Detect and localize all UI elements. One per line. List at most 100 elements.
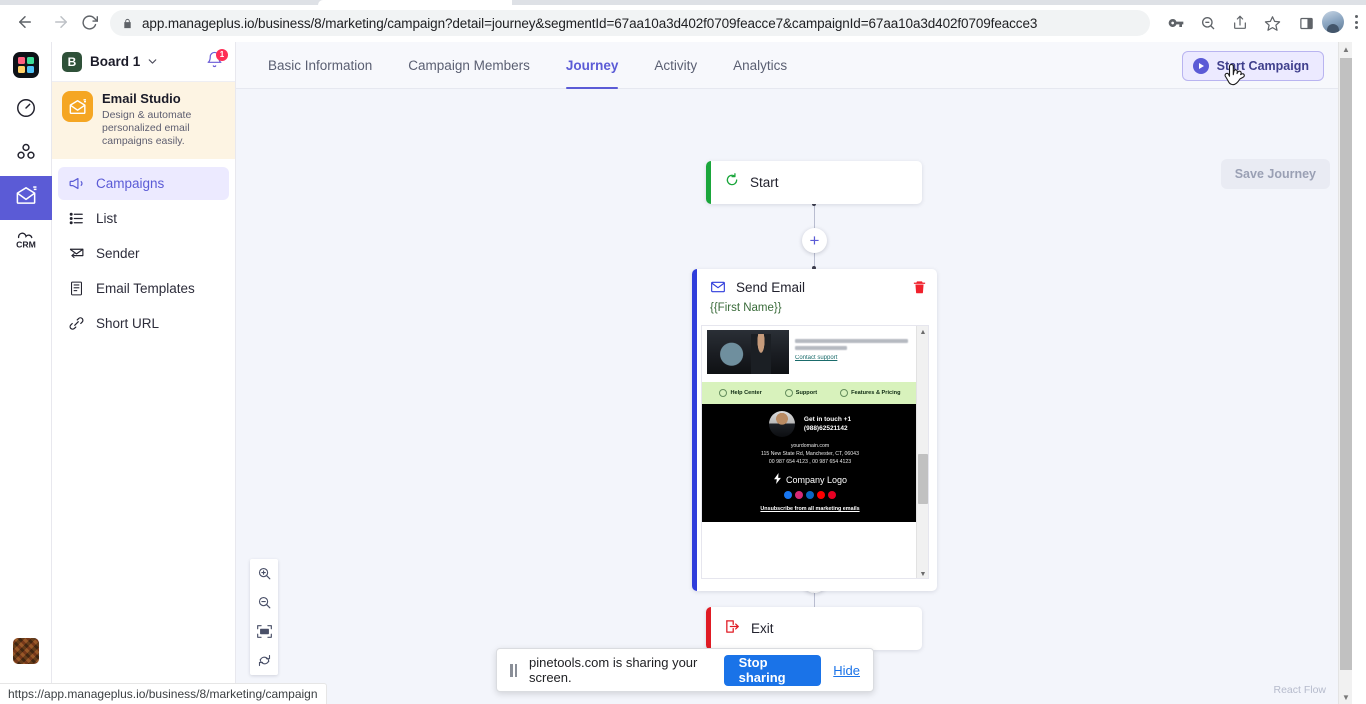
page-scrollbar[interactable]: ▲ ▼	[1338, 42, 1352, 704]
zoom-out-icon[interactable]	[250, 588, 278, 617]
rail-item-dashboard[interactable]	[0, 88, 52, 132]
fit-view-icon[interactable]	[250, 617, 278, 646]
support-icon	[784, 389, 793, 397]
pause-icon[interactable]	[510, 663, 517, 677]
forward-icon[interactable]	[48, 9, 74, 35]
email-preview-scrollbar[interactable]: ▲ ▼	[916, 326, 928, 578]
unsubscribe-link[interactable]: Unsubscribe from all marketing emails	[708, 506, 912, 512]
merge-tag-label: {{First Name}}	[710, 302, 782, 314]
add-step-button[interactable]: +	[802, 228, 827, 253]
tab-journey[interactable]: Journey	[548, 42, 637, 89]
tab-analytics[interactable]: Analytics	[715, 42, 805, 88]
journey-node-exit[interactable]: Exit	[706, 607, 922, 650]
tab-label: Basic Information	[268, 57, 373, 73]
reload-icon[interactable]	[76, 9, 102, 35]
save-journey-button[interactable]: Save Journey	[1220, 159, 1330, 189]
journey-canvas[interactable]: Save Journey + + Sta	[236, 89, 1352, 704]
browser-tab-active[interactable]	[318, 0, 518, 5]
facebook-icon[interactable]	[784, 491, 792, 499]
side-panel-icon[interactable]	[1294, 11, 1318, 35]
link-icon	[68, 315, 85, 332]
scrollbar-thumb[interactable]	[1340, 58, 1352, 670]
promo-subtitle: Design & automate personalized email cam…	[102, 109, 192, 147]
svg-text:CRM: CRM	[16, 239, 36, 249]
screen-share-bar: pinetools.com is sharing your screen. St…	[496, 648, 874, 692]
rail-item-crm[interactable]: CRM	[0, 220, 52, 264]
tab-label: Journey	[565, 57, 619, 73]
sidebar-item-email-templates[interactable]: Email Templates	[58, 272, 229, 305]
people-icon	[15, 141, 37, 168]
back-icon[interactable]	[12, 9, 38, 35]
address-bar[interactable]: app.manageplus.io/business/8/marketing/c…	[110, 10, 1150, 36]
hide-share-link[interactable]: Hide	[833, 663, 860, 678]
start-campaign-button[interactable]: Start Campaign	[1181, 51, 1324, 81]
star-icon[interactable]	[1260, 11, 1284, 35]
rail-item-teams[interactable]	[0, 132, 52, 176]
crm-icon: CRM	[12, 228, 40, 257]
browser-tab-inactive[interactable]	[512, 0, 632, 5]
email-hero-section: Contact support	[702, 326, 918, 382]
journey-node-start[interactable]: Start	[706, 161, 922, 204]
profile-avatar[interactable]	[1322, 11, 1344, 33]
user-avatar[interactable]	[13, 638, 39, 664]
exit-icon	[724, 618, 741, 640]
sidebar-item-campaigns[interactable]: Campaigns	[58, 167, 229, 200]
zoom-in-icon[interactable]	[250, 559, 278, 588]
pinterest-icon[interactable]	[828, 491, 836, 499]
notifications-button[interactable]: 1	[203, 48, 228, 73]
scroll-down-icon[interactable]: ▼	[1339, 690, 1353, 704]
company-logo-label: Company Logo	[785, 474, 848, 485]
email-studio-promo-card[interactable]: Email Studio Design & automate personali…	[52, 82, 235, 159]
contact-line-1: Get in touch +1	[803, 416, 852, 423]
board-selector[interactable]: B Board 1 1	[52, 42, 235, 82]
feature-label: Support	[795, 390, 818, 396]
email-preview[interactable]: Contact support Help Center Support Feat…	[701, 325, 929, 579]
sidebar-item-list[interactable]: List	[58, 202, 229, 235]
email-hero-text: Contact support	[795, 330, 913, 374]
feature-label: Help Center	[730, 390, 762, 396]
reset-icon[interactable]	[250, 646, 278, 675]
youtube-icon[interactable]	[817, 491, 825, 499]
tab-basic-information[interactable]: Basic Information	[250, 42, 390, 88]
feature-chip: Support	[784, 389, 818, 397]
scrollbar-thumb[interactable]	[918, 454, 928, 504]
scroll-up-icon[interactable]: ▲	[1339, 42, 1353, 56]
node-accent-bar	[706, 161, 711, 204]
status-bar: https://app.manageplus.io/business/8/mar…	[0, 683, 327, 704]
instagram-icon[interactable]	[795, 491, 803, 499]
tab-label: Campaign Members	[408, 57, 530, 73]
feature-label: Features & Pricing	[851, 390, 901, 396]
sidebar-item-sender[interactable]: Sender	[58, 237, 229, 270]
sidebar-item-label: Short URL	[96, 316, 160, 331]
tab-label: Analytics	[733, 57, 788, 73]
contact-support-link[interactable]: Contact support	[795, 355, 913, 361]
email-preview-body: Contact support Help Center Support Feat…	[702, 326, 918, 522]
react-flow-watermark[interactable]: React Flow	[1273, 684, 1326, 696]
tab-label: Activity	[654, 57, 698, 73]
rail-item-logo[interactable]	[0, 42, 52, 88]
email-studio-promo-icon	[62, 91, 93, 122]
tab-activity[interactable]: Activity	[636, 42, 715, 88]
save-journey-label: Save Journey	[1234, 167, 1316, 181]
notification-badge: 1	[216, 48, 228, 61]
canvas-zoom-controls	[250, 559, 278, 675]
footer-avatar	[768, 411, 795, 437]
password-key-icon[interactable]	[1164, 11, 1188, 35]
stop-sharing-button[interactable]: Stop sharing	[723, 654, 822, 686]
linkedin-icon[interactable]	[806, 491, 814, 499]
scroll-up-icon[interactable]: ▲	[917, 326, 928, 338]
rail-item-email-studio[interactable]	[0, 176, 52, 220]
scroll-down-icon[interactable]: ▼	[917, 568, 928, 578]
tab-campaign-members[interactable]: Campaign Members	[390, 42, 548, 88]
share-icon[interactable]	[1228, 11, 1252, 35]
zoom-out-icon[interactable]	[1196, 11, 1220, 35]
tab-bar: Basic Information Campaign Members Journ…	[236, 42, 1352, 89]
browser-menu-icon[interactable]	[1350, 12, 1362, 32]
envelope-icon	[710, 279, 726, 295]
journey-node-send-email[interactable]: Send Email {{First Name}} Contact suppor…	[692, 269, 937, 591]
address-line: 115 New State Rd, Manchester, CT, 06043	[761, 451, 859, 457]
email-studio-icon	[15, 184, 38, 212]
chevron-down-icon[interactable]	[146, 55, 159, 68]
sidebar-item-short-url[interactable]: Short URL	[58, 307, 229, 340]
delete-icon[interactable]	[912, 279, 927, 295]
